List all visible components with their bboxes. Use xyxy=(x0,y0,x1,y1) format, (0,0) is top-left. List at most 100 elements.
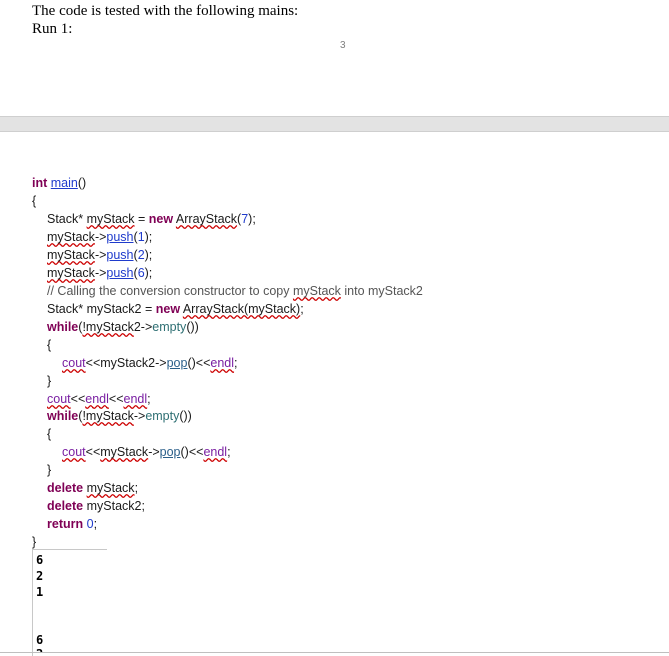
number: 6 xyxy=(137,266,145,280)
function-name: push xyxy=(106,266,134,280)
code-text: -> xyxy=(94,248,107,262)
code-text: !myStack xyxy=(82,320,134,334)
code-line-4: myStack->push(1); xyxy=(47,229,152,245)
code-text: ; xyxy=(227,445,231,459)
code-line-18: delete myStack; xyxy=(47,480,138,496)
code-text: << xyxy=(85,445,101,459)
code-text: -> xyxy=(94,230,107,244)
keyword: delete xyxy=(47,499,84,513)
identifier: endl xyxy=(123,392,148,406)
number: 1 xyxy=(137,230,145,244)
function-name: pop xyxy=(159,445,181,459)
code-text: !myStack xyxy=(82,409,134,423)
code-line-9: while(!myStack2->empty()) xyxy=(47,319,199,335)
comment-text: into myStack2 xyxy=(340,284,423,298)
code-text: myStack xyxy=(47,266,95,280)
code-text: myStack xyxy=(86,212,135,226)
code-text: -> xyxy=(94,266,107,280)
code-text: ; xyxy=(300,302,304,316)
code-line-1: int main() xyxy=(32,175,86,191)
intro-line-2: Run 1: xyxy=(32,21,73,37)
code-text: ; xyxy=(134,481,139,495)
code-text: ); xyxy=(248,212,256,226)
class-name: ArrayStack(myStack) xyxy=(182,302,301,316)
code-text: ()) xyxy=(179,409,192,423)
code-line-21: } xyxy=(32,535,37,549)
code-text: << xyxy=(108,392,124,406)
output-line-1: 6 xyxy=(36,553,44,567)
page-top: The code is tested with the following ma… xyxy=(0,0,669,116)
keyword: delete xyxy=(47,481,84,495)
keyword: return xyxy=(47,517,84,531)
code-line-10: { xyxy=(47,338,52,352)
code-text: Stack* myStack2 = xyxy=(47,302,156,316)
identifier: endl xyxy=(210,356,235,370)
code-text: Stack* xyxy=(47,212,87,226)
function-name: empty xyxy=(145,409,180,423)
code-text: ); xyxy=(144,230,153,244)
code-line-14: while(!myStack->empty()) xyxy=(47,408,192,424)
code-line-19: delete myStack2; xyxy=(47,498,145,514)
code-line-8: Stack* myStack2 = new ArrayStack(myStack… xyxy=(47,301,304,317)
output-line-3: 1 xyxy=(36,585,44,599)
code-text: <<myStack2-> xyxy=(85,356,167,370)
code-text: 2-> xyxy=(133,320,153,334)
code-line-2: { xyxy=(32,194,37,208)
output-border xyxy=(32,549,33,656)
code-line-16: cout<<myStack->pop()<<endl; xyxy=(62,444,231,460)
code-text: -> xyxy=(133,409,146,423)
bottom-edge xyxy=(0,652,669,653)
code-line-7: // Calling the conversion constructor to… xyxy=(47,283,423,299)
number: 0 xyxy=(86,517,94,531)
output-line-2: 2 xyxy=(36,569,44,583)
code-text: ; xyxy=(93,517,98,531)
code-text: myStack xyxy=(47,248,95,262)
page-break xyxy=(0,116,669,132)
number: 2 xyxy=(137,248,145,262)
class-name: ArrayStack xyxy=(175,212,238,226)
code-line-12: } xyxy=(47,374,52,388)
code-text: myStack xyxy=(100,445,149,459)
code-text: ()<< xyxy=(187,356,211,370)
identifier: cout xyxy=(62,445,86,459)
code-text: myStack xyxy=(47,230,95,244)
code-text: -> xyxy=(148,445,160,459)
comment-text: // Calling the conversion constructor to… xyxy=(47,284,293,298)
identifier: cout xyxy=(47,392,71,406)
keyword: while xyxy=(47,409,79,423)
code-line-15: { xyxy=(47,427,52,441)
function-name: empty xyxy=(152,320,187,334)
page-number: 3 xyxy=(340,40,346,51)
comment-text: myStack xyxy=(292,284,341,298)
code-line-11: cout<<myStack2->pop()<<endl; xyxy=(62,355,238,371)
function-name: push xyxy=(106,248,134,262)
code-text: ); xyxy=(144,248,153,262)
intro-line-1: The code is tested with the following ma… xyxy=(32,3,299,19)
identifier: endl xyxy=(85,392,109,406)
code-line-3: Stack* myStack = new ArrayStack(7); xyxy=(47,211,256,227)
code-line-20: return 0; xyxy=(47,516,97,532)
code-text: = xyxy=(134,212,149,226)
code-text: myStack2; xyxy=(83,499,145,513)
keyword: new xyxy=(155,302,181,316)
code-text: ; xyxy=(234,356,238,370)
function-name: push xyxy=(106,230,134,244)
code-line-6: myStack->push(6); xyxy=(47,265,152,281)
code-line-17: } xyxy=(47,463,52,477)
function-name: main xyxy=(50,176,78,190)
code-text: ; xyxy=(147,392,151,406)
keyword: new xyxy=(148,212,174,226)
code-text: ); xyxy=(144,266,153,280)
code-line-5: myStack->push(2); xyxy=(47,247,152,263)
code-text: << xyxy=(70,392,86,406)
code-text: () xyxy=(77,176,87,190)
function-name: pop xyxy=(166,356,188,370)
keyword: int xyxy=(32,176,48,190)
code-line-13: cout<<endl<<endl; xyxy=(47,391,151,407)
code-text: ()<< xyxy=(180,445,204,459)
keyword: while xyxy=(47,320,79,334)
code-text: myStack xyxy=(86,481,135,495)
identifier: cout xyxy=(62,356,86,370)
identifier: endl xyxy=(203,445,228,459)
code-text: ()) xyxy=(186,320,199,334)
